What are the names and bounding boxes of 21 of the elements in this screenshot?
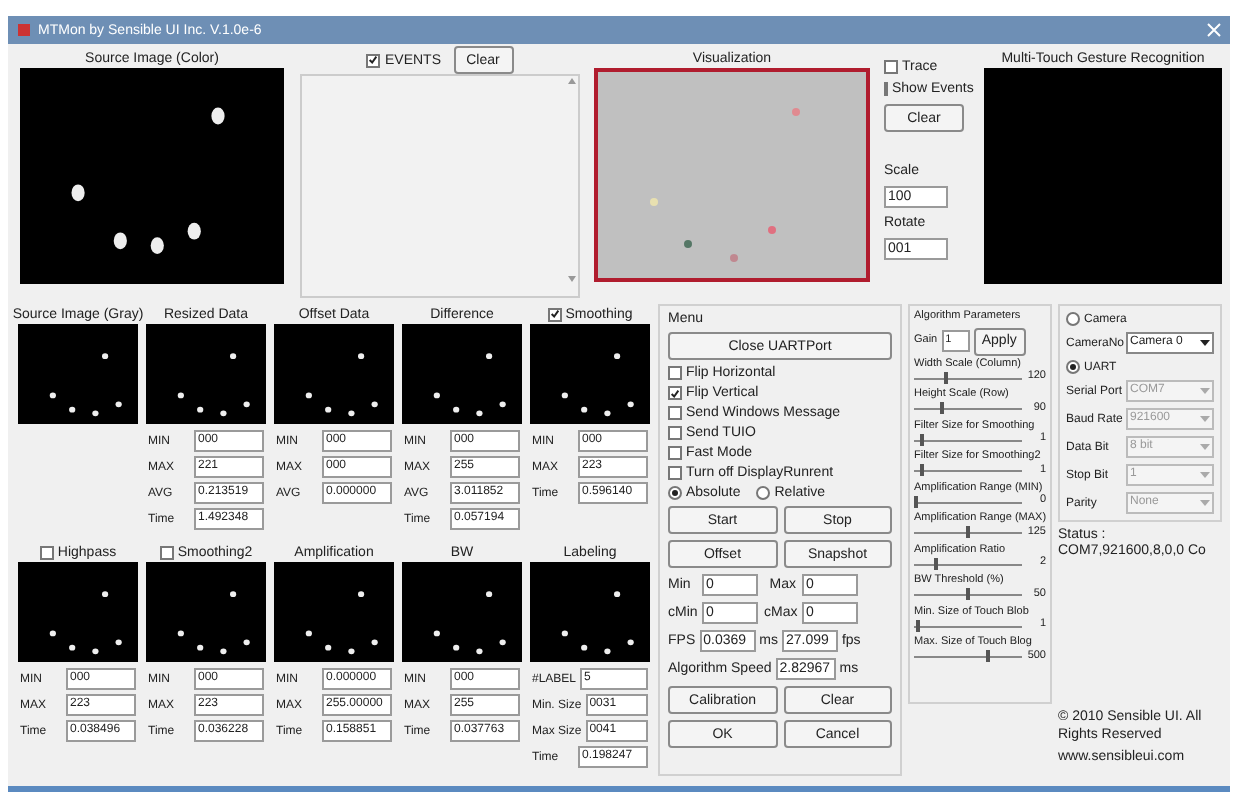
slider-thumb[interactable]: [934, 557, 939, 569]
scrollbar[interactable]: [566, 76, 578, 284]
check-icon: [670, 387, 680, 399]
slider-thumb[interactable]: [965, 526, 970, 538]
app-icon: [16, 22, 32, 38]
caret-icon: [1200, 472, 1210, 478]
slider-thumb[interactable]: [919, 464, 924, 476]
close-icon[interactable]: [1206, 22, 1222, 38]
slider-thumb[interactable]: [939, 402, 944, 414]
slider-thumb[interactable]: [985, 650, 990, 662]
caret-icon: [1200, 388, 1210, 394]
slider-thumb[interactable]: [965, 588, 970, 600]
slider-thumb[interactable]: [944, 371, 949, 383]
caret-icon: [1200, 416, 1210, 422]
caret-icon: [1200, 340, 1210, 346]
slider-thumb[interactable]: [919, 433, 924, 445]
caret-icon: [1200, 500, 1210, 506]
check-icon: [368, 54, 379, 66]
slider-thumb[interactable]: [916, 619, 921, 631]
caret-icon: [1200, 444, 1210, 450]
check-icon: [549, 308, 560, 320]
